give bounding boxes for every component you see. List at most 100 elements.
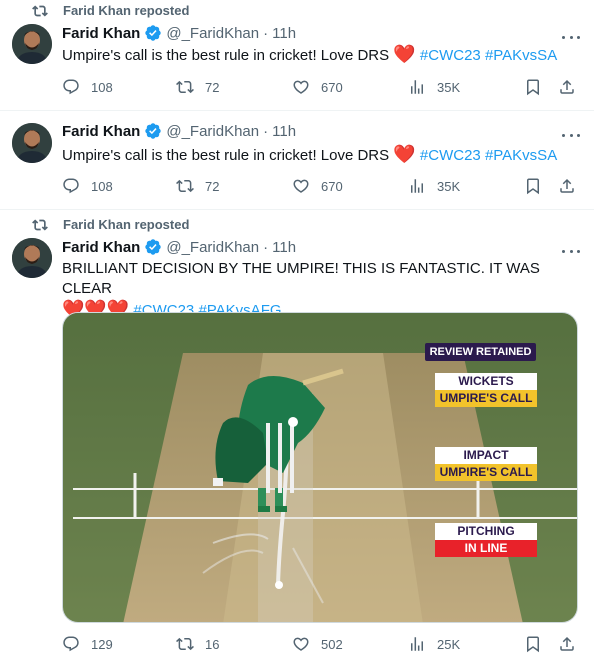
tweet-body: BRILLIANT DECISION BY THE UMPIRE! THIS I… (62, 260, 540, 297)
action-bar: 108 72 670 35K (62, 78, 582, 98)
share-icon (560, 79, 574, 94)
author-name[interactable]: Farid Khan (62, 25, 140, 42)
view-count: 35K (437, 178, 461, 194)
repost-indicator: Farid Khan reposted (32, 217, 189, 232)
repost-count: 72 (205, 178, 220, 194)
repost-icon (176, 179, 194, 193)
pitching-label: PITCHING (435, 523, 537, 540)
repost-label[interactable]: Farid Khan reposted (63, 3, 189, 18)
timestamp[interactable]: 11h (272, 123, 296, 140)
more-icon[interactable] (562, 128, 580, 142)
author-name[interactable]: Farid Khan (62, 123, 140, 140)
like-button[interactable]: 670 (292, 177, 343, 195)
wickets-value: UMPIRE'S CALL (435, 390, 537, 407)
more-icon[interactable] (562, 30, 580, 44)
separator-dot: · (263, 122, 269, 140)
share-button[interactable] (558, 177, 576, 195)
impact-value: UMPIRE'S CALL (435, 464, 537, 481)
like-icon (293, 80, 309, 94)
view-count: 25K (437, 636, 461, 652)
repost-count: 72 (205, 79, 220, 95)
bookmark-button[interactable] (524, 177, 542, 195)
more-icon[interactable] (562, 244, 580, 258)
action-bar: 129 16 502 25K (62, 635, 582, 655)
like-count: 670 (321, 79, 343, 95)
separator-dot: · (263, 24, 269, 42)
action-bar: 108 72 670 35K (62, 177, 582, 197)
bookmark-icon (527, 178, 539, 195)
bookmark-icon (527, 636, 539, 653)
hashtags[interactable]: #CWC23 #PAKvsSA (420, 147, 557, 164)
views-button[interactable]: 25K (408, 635, 460, 653)
tweet-text: Umpire's call is the best rule in cricke… (62, 144, 582, 166)
views-button[interactable]: 35K (408, 78, 460, 96)
share-button[interactable] (558, 78, 576, 96)
repost-icon (32, 219, 48, 231)
author-name[interactable]: Farid Khan (62, 239, 140, 256)
repost-indicator: Farid Khan reposted (32, 3, 189, 18)
tweet-header: Farid Khan @_FaridKhan · 11h (62, 237, 582, 257)
heart-emoji: ❤️ (393, 44, 416, 64)
impact-label: IMPACT (435, 447, 537, 464)
like-icon (293, 179, 309, 193)
author-handle[interactable]: @_FaridKhan (166, 239, 259, 256)
like-count: 670 (321, 178, 343, 194)
repost-label[interactable]: Farid Khan reposted (63, 217, 189, 232)
repost-button[interactable]: 72 (176, 78, 219, 96)
author-handle[interactable]: @_FaridKhan (166, 123, 259, 140)
review-retained-badge: REVIEW RETAINED (425, 343, 536, 361)
repost-button[interactable]: 72 (176, 177, 219, 195)
views-button[interactable]: 35K (408, 177, 460, 195)
reply-button[interactable]: 129 (62, 635, 113, 653)
like-count: 502 (321, 636, 343, 652)
tweet-media-image[interactable]: REVIEW RETAINED WICKETS UMPIRE'S CALL IM… (62, 312, 578, 623)
tweet-text: Umpire's call is the best rule in cricke… (62, 44, 582, 66)
like-button[interactable]: 502 (292, 635, 343, 653)
views-icon (411, 179, 423, 193)
reply-count: 108 (91, 178, 113, 194)
heart-emoji: ❤️ (393, 144, 416, 164)
reply-button[interactable]: 108 (62, 78, 113, 96)
share-button[interactable] (558, 635, 576, 653)
wickets-label: WICKETS (435, 373, 537, 390)
repost-icon (32, 5, 48, 17)
repost-count: 16 (205, 636, 220, 652)
timestamp[interactable]: 11h (272, 239, 296, 256)
reply-icon (63, 636, 79, 652)
reply-icon (63, 178, 79, 194)
verified-icon (145, 123, 162, 139)
verified-icon (145, 239, 162, 255)
tweet-body: Umpire's call is the best rule in cricke… (62, 147, 390, 164)
separator-dot: · (263, 238, 269, 256)
share-icon (560, 636, 574, 651)
share-icon (560, 178, 574, 193)
tweet-body: Umpire's call is the best rule in cricke… (62, 47, 390, 64)
avatar[interactable] (12, 24, 52, 64)
repost-icon (176, 80, 194, 94)
tweet-2[interactable]: Farid Khan @_FaridKhan · 11h Umpire's ca… (0, 111, 594, 210)
verified-icon (145, 25, 162, 41)
tweet-1[interactable]: Farid Khan reposted Farid Khan @_FaridKh… (0, 0, 594, 111)
reply-count: 129 (91, 636, 113, 652)
views-icon (411, 80, 423, 94)
reply-button[interactable]: 108 (62, 177, 113, 195)
view-count: 35K (437, 79, 461, 95)
reply-icon (63, 79, 79, 95)
timestamp[interactable]: 11h (272, 25, 296, 42)
pitching-value: IN LINE (435, 540, 537, 557)
repost-button[interactable]: 16 (176, 635, 219, 653)
hashtags[interactable]: #CWC23 #PAKvsSA (420, 47, 557, 64)
avatar[interactable] (12, 123, 52, 163)
bookmark-button[interactable] (524, 78, 542, 96)
author-handle[interactable]: @_FaridKhan (166, 25, 259, 42)
tweet-header: Farid Khan @_FaridKhan · 11h (62, 121, 582, 141)
reply-count: 108 (91, 79, 113, 95)
like-icon (293, 637, 309, 651)
like-button[interactable]: 670 (292, 78, 343, 96)
bookmark-button[interactable] (524, 635, 542, 653)
views-icon (411, 637, 423, 651)
repost-icon (176, 637, 194, 651)
tweet-header: Farid Khan @_FaridKhan · 11h (62, 23, 582, 43)
avatar[interactable] (12, 238, 52, 278)
bookmark-icon (527, 79, 539, 96)
